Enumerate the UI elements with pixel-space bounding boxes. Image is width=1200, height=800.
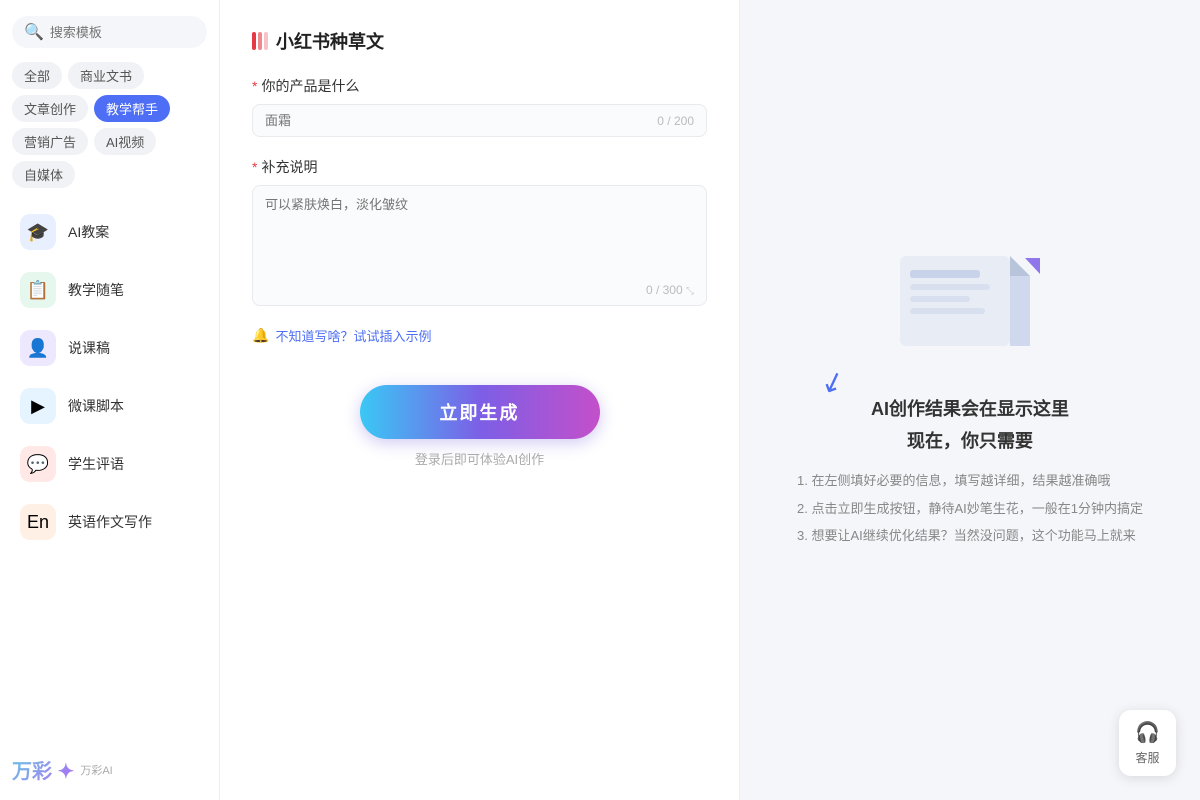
field2-label: * 补充说明 (252, 157, 707, 177)
sidebar-tag-营销广告[interactable]: 营销广告 (12, 128, 88, 155)
teaching-notes-label: 教学随笔 (68, 280, 124, 300)
steps-list: 1. 在左侧填好必要的信息，填写越详细，结果越准确哦 2. 点击立即生成按钮，静待… (797, 471, 1143, 554)
doc-svg (880, 246, 1060, 366)
student-comment-icon: 💬 (20, 446, 56, 482)
form-title: 小红书种草文 (276, 28, 384, 54)
required-star-1: * (252, 78, 257, 94)
customer-service-label: 客服 (1136, 749, 1160, 766)
field2-group: * 补充说明 0 / 300 ⤡ (252, 157, 707, 306)
title-icon (252, 32, 268, 50)
sidebar: 🔍 全部商业文书文章创作教学帮手营销广告AI视频自媒体 🎓 AI教案 📋 教学随笔 👤 说… (0, 0, 220, 800)
sidebar-item-english-essay[interactable]: En 英语作文写作 (12, 494, 207, 550)
english-essay-icon: En (20, 504, 56, 540)
required-star-2: * (252, 159, 257, 175)
sidebar-item-student-comment[interactable]: 💬 学生评语 (12, 436, 207, 492)
login-hint: 登录后即可体验AI创作 (415, 449, 544, 468)
result-title-container: ↙ AI创作结果会在显示这里 现在，你只需要 (871, 395, 1069, 459)
logo-area: 万彩 ✦ 万彩AI (12, 739, 207, 784)
sidebar-tag-教学帮手[interactable]: 教学帮手 (94, 95, 170, 122)
field2-textarea-row[interactable]: 0 / 300 ⤡ (252, 185, 707, 306)
sidebar-tag-全部[interactable]: 全部 (12, 62, 62, 89)
teaching-notes-icon: 📋 (20, 272, 56, 308)
result-title-line2: 现在，你只需要 (871, 427, 1069, 453)
student-comment-label: 学生评语 (68, 454, 124, 474)
field1-input-row[interactable]: 0 / 200 (252, 104, 707, 137)
ai-lesson-icon: 🎓 (20, 214, 56, 250)
sidebar-item-micro-script[interactable]: ▶ 微课脚本 (12, 378, 207, 434)
search-bar[interactable]: 🔍 (12, 16, 207, 48)
sidebar-section: 🎓 AI教案 📋 教学随笔 👤 说课稿 ▶ 微课脚本 💬 学生评语 En 英语作文写作 (12, 204, 207, 552)
customer-service-button[interactable]: 🎧 客服 (1119, 710, 1176, 776)
sidebar-tag-AI视频[interactable]: AI视频 (94, 128, 156, 155)
logo-sub: 万彩AI (80, 762, 112, 778)
generate-section: 立即生成 登录后即可体验AI创作 (252, 385, 707, 468)
sidebar-tag-文章创作[interactable]: 文章创作 (12, 95, 88, 122)
field2-char-count: 0 / 300 ⤡ (265, 283, 694, 297)
form-panel: 小红书种草文 * 你的产品是什么 0 / 200 * 补充说明 (220, 0, 740, 800)
ai-lesson-label: AI教案 (68, 222, 109, 242)
main: 小红书种草文 * 你的产品是什么 0 / 200 * 补充说明 (220, 0, 1200, 800)
bar2 (258, 32, 262, 50)
field1-char-count: 0 / 200 (657, 114, 694, 128)
result-panel: ↙ AI创作结果会在显示这里 现在，你只需要 1. 在左侧填好必要的信息，填写越… (740, 0, 1200, 800)
search-input[interactable] (50, 25, 195, 40)
hint-row: 🔔 不知道写啥？试试插入示例 (252, 326, 707, 345)
bar1 (252, 32, 256, 50)
sidebar-tag-自媒体[interactable]: 自媒体 (12, 161, 75, 188)
hint-text[interactable]: 不知道写啥？试试插入示例 (275, 326, 431, 345)
result-illustration (880, 246, 1060, 371)
sidebar-item-ai-lesson[interactable]: 🎓 AI教案 (12, 204, 207, 260)
micro-script-icon: ▶ (20, 388, 56, 424)
bar3 (264, 32, 268, 50)
result-title-line1: AI创作结果会在显示这里 (871, 395, 1069, 421)
generate-button[interactable]: 立即生成 (360, 385, 600, 439)
field1-label: * 你的产品是什么 (252, 76, 707, 96)
sidebar-item-lecture-draft[interactable]: 👤 说课稿 (12, 320, 207, 376)
search-icon: 🔍 (24, 22, 44, 42)
step-item: 2. 点击立即生成按钮，静待AI妙笔生花，一般在1分钟内搞定 (797, 499, 1143, 519)
sidebar-item-teaching-notes[interactable]: 📋 教学随笔 (12, 262, 207, 318)
lecture-draft-label: 说课稿 (68, 338, 110, 358)
sidebar-tag-商业文书[interactable]: 商业文书 (68, 62, 144, 89)
step-item: 3. 想要让AI继续优化结果？当然没问题，这个功能马上就来 (797, 526, 1143, 546)
resize-handle: ⤡ (686, 286, 694, 297)
headset-icon: 🎧 (1135, 720, 1160, 745)
tag-group: 全部商业文书文章创作教学帮手营销广告AI视频自媒体 (12, 62, 207, 188)
field2-textarea[interactable] (265, 194, 694, 274)
step-item: 1. 在左侧填好必要的信息，填写越详细，结果越准确哦 (797, 471, 1143, 491)
micro-script-label: 微课脚本 (68, 396, 124, 416)
english-essay-label: 英语作文写作 (68, 512, 152, 532)
arrow-decoration: ↙ (816, 362, 849, 401)
hint-bell-icon: 🔔 (252, 327, 269, 344)
lecture-draft-icon: 👤 (20, 330, 56, 366)
logo-text: 万彩 ✦ (12, 755, 74, 784)
form-title-row: 小红书种草文 (252, 28, 707, 54)
field1-input[interactable] (265, 113, 657, 128)
content-area: 小红书种草文 * 你的产品是什么 0 / 200 * 补充说明 (220, 0, 1200, 800)
field1-group: * 你的产品是什么 0 / 200 (252, 76, 707, 137)
